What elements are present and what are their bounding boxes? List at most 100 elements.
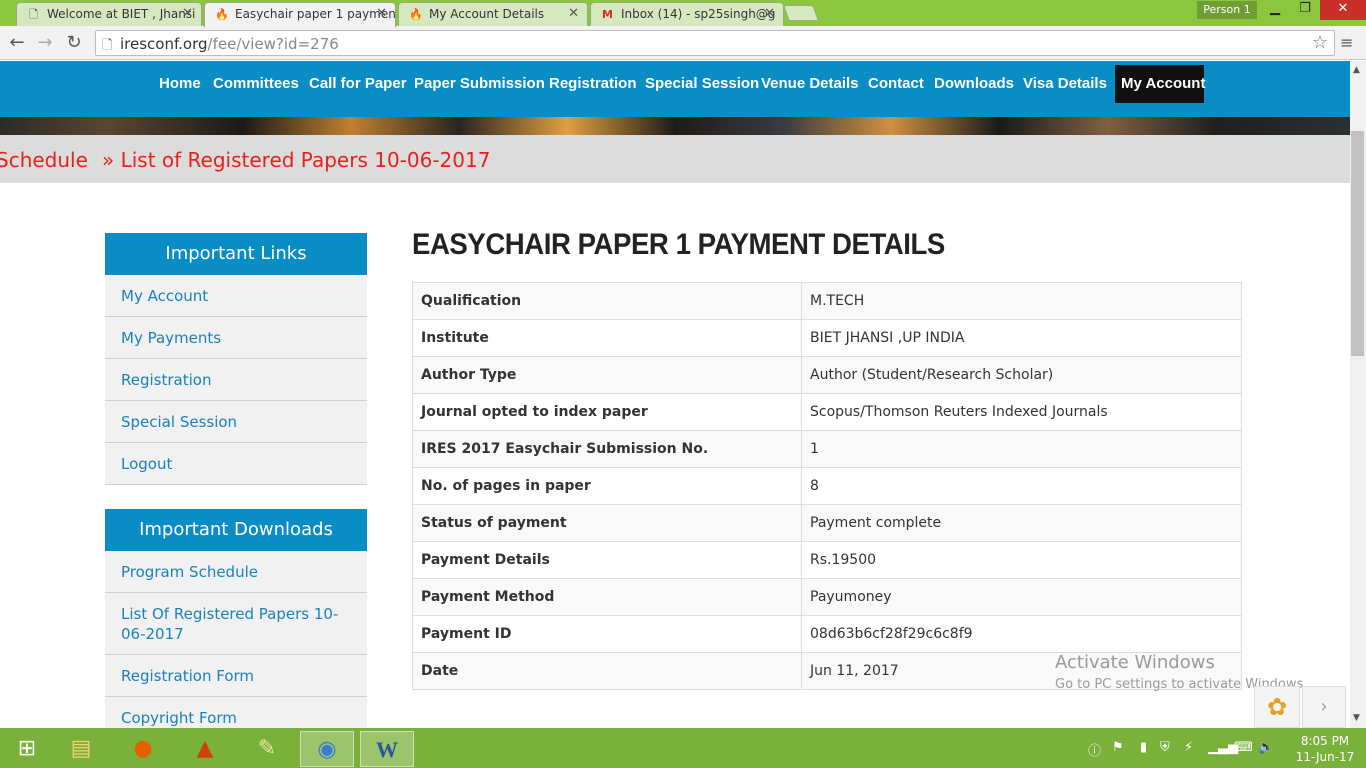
page-icon: 🗋 (29, 8, 38, 21)
ticker-item[interactable]: » List of Registered Papers 10-06-2017 (102, 148, 490, 172)
close-icon[interactable]: ✕ (376, 6, 387, 21)
matlab-icon[interactable]: ▲ (178, 731, 232, 767)
table-row: Journal opted to index paper Scopus/Thoms… (412, 393, 1242, 431)
row-value: Payment complete (801, 504, 1242, 542)
row-value: M.TECH (801, 282, 1242, 320)
tab-easychair-payment[interactable]: 🔥 Easychair paper 1 paymen ✕ (204, 2, 396, 27)
reload-icon[interactable]: ↻ (63, 32, 85, 54)
volume-icon[interactable]: 🔈 (1258, 740, 1274, 755)
taskbar-clock[interactable]: 8:05 PM 11-Jun-17 (1290, 733, 1360, 765)
scrollbar-thumb[interactable] (1351, 131, 1364, 356)
firefox-icon[interactable]: ● (116, 731, 170, 767)
table-row: Status of payment Payment complete (412, 504, 1242, 542)
page-info-icon[interactable]: 🗋 (102, 36, 112, 58)
nav-home[interactable]: Home (153, 65, 207, 103)
close-icon[interactable]: ✕ (764, 6, 775, 21)
back-icon[interactable]: ← (6, 32, 28, 54)
address-bar[interactable]: 🗋 iresconf.org/fee/view?id=276 ☆ (95, 30, 1335, 56)
word-icon[interactable]: W (360, 731, 414, 767)
payment-details-table: Qualification M.TECH Institute BIET JHANSI… (412, 282, 1242, 690)
bookmark-star-icon[interactable]: ☆ (1312, 32, 1328, 53)
page-scrollbar[interactable]: ▲ ▼ (1350, 61, 1366, 728)
sidebar-item-registration[interactable]: Registration (105, 359, 367, 401)
row-label: Status of payment (412, 504, 802, 542)
row-label: Date (412, 652, 802, 690)
forward-icon[interactable]: → (34, 32, 56, 54)
info-icon[interactable]: ⓘ (1088, 740, 1101, 759)
row-value: Scopus/Thomson Reuters Indexed Journals (801, 393, 1242, 431)
profile-button[interactable]: Person 1 (1197, 1, 1257, 19)
chevron-right-icon[interactable]: › (1302, 686, 1346, 728)
sidebar-item-program-schedule[interactable]: Program Schedule (105, 551, 367, 593)
tab-inbox[interactable]: M Inbox (14) - sp25singh@g ✕ (590, 2, 784, 26)
row-label: Payment Method (412, 578, 802, 616)
close-window-icon[interactable]: ✕ (1320, 0, 1366, 20)
chrome-icon[interactable]: ◉ (300, 731, 354, 767)
tab-title: Welcome at BIET , Jhansi (47, 7, 196, 21)
file-explorer-icon[interactable]: ▤ (54, 731, 108, 767)
row-value: 1 (801, 430, 1242, 468)
close-icon[interactable]: ✕ (182, 6, 193, 21)
url-text[interactable]: iresconf.org/fee/view?id=276 (120, 35, 339, 53)
sidebar-item-my-payments[interactable]: My Payments (105, 317, 367, 359)
sidebar-item-logout[interactable]: Logout (105, 443, 367, 485)
nav-visa-details[interactable]: Visa Details (1017, 65, 1113, 103)
important-downloads-list: Program Schedule List Of Registered Pape… (105, 551, 367, 739)
tab-title: Inbox (14) - sp25singh@g (621, 7, 776, 21)
table-row: Institute BIET JHANSI ,UP INDIA (412, 319, 1242, 357)
paint-icon[interactable]: ✎ (240, 731, 294, 767)
watermark-line1: Activate Windows (1055, 652, 1215, 673)
sidebar-item-my-account[interactable]: My Account (105, 275, 367, 317)
row-value: Rs.19500 (801, 541, 1242, 579)
windows-start-icon[interactable]: ⊞ (0, 731, 54, 767)
row-label: Journal opted to index paper (412, 393, 802, 431)
table-row: Payment Details Rs.19500 (412, 541, 1242, 579)
row-label: Qualification (412, 282, 802, 320)
table-row: Qualification M.TECH (412, 282, 1242, 320)
new-tab-button[interactable] (783, 5, 819, 21)
minimize-icon[interactable]: ▁ (1260, 0, 1290, 20)
row-value: Author (Student/Research Scholar) (801, 356, 1242, 394)
torch-icon: 🔥 (409, 8, 423, 21)
page-title: EASYCHAIR PAPER 1 PAYMENT DETAILS (412, 228, 945, 261)
nav-committees[interactable]: Committees (207, 65, 305, 103)
close-icon[interactable]: ✕ (568, 6, 579, 21)
maximize-icon[interactable]: ❐ (1290, 0, 1320, 20)
power-icon[interactable]: ⚡ (1184, 740, 1193, 755)
news-ticker: Schedule » List of Registered Papers 10-… (0, 135, 1350, 183)
sidebar-item-registration-form[interactable]: Registration Form (105, 655, 367, 697)
torch-icon: 🔥 (215, 8, 229, 21)
nav-paper-submission[interactable]: Paper Submission (408, 65, 551, 103)
row-label: Payment ID (412, 615, 802, 653)
chat-widget-icon[interactable]: ✿ (1254, 686, 1300, 728)
clock-date: 11-Jun-17 (1295, 750, 1355, 764)
row-label: Institute (412, 319, 802, 357)
ticker-item[interactable]: Schedule (0, 148, 88, 172)
battery-icon[interactable]: ▮ (1140, 740, 1147, 755)
security-icon[interactable]: ⛨ (1160, 740, 1170, 755)
nav-my-account[interactable]: My Account (1115, 65, 1205, 103)
row-value: 8 (801, 467, 1242, 505)
tab-my-account[interactable]: 🔥 My Account Details ✕ (398, 2, 588, 26)
row-value: 08d63b6cf28f29c6c8f9 (801, 615, 1242, 653)
scroll-up-icon[interactable]: ▲ (1353, 65, 1360, 75)
tab-welcome[interactable]: 🗋 Welcome at BIET , Jhansi ✕ (16, 2, 202, 26)
nav-registration[interactable]: Registration (543, 65, 643, 103)
language-icon[interactable]: ⌨ (1234, 740, 1253, 755)
nav-venue-details[interactable]: Venue Details (755, 65, 865, 103)
menu-icon[interactable]: ≡ (1340, 33, 1353, 52)
nav-call-for-paper[interactable]: Call for Paper (303, 65, 413, 103)
important-links-list: My Account My Payments Registration Spec… (105, 275, 367, 485)
scroll-down-icon[interactable]: ▼ (1353, 713, 1360, 723)
nav-downloads[interactable]: Downloads (928, 65, 1020, 103)
sidebar-item-special-session[interactable]: Special Session (105, 401, 367, 443)
nav-contact[interactable]: Contact (862, 65, 930, 103)
table-row: No. of pages in paper 8 (412, 467, 1242, 505)
sidebar-item-registered-papers[interactable]: List Of Registered Papers 10-06-2017 (105, 593, 367, 655)
tab-title: Easychair paper 1 paymen (235, 7, 396, 21)
table-row: IRES 2017 Easychair Submission No. 1 (412, 430, 1242, 468)
nav-special-session[interactable]: Special Session (639, 65, 765, 103)
clock-time: 8:05 PM (1300, 734, 1350, 748)
action-center-flag-icon[interactable]: ⚑ (1112, 740, 1124, 755)
row-label: No. of pages in paper (412, 467, 802, 505)
